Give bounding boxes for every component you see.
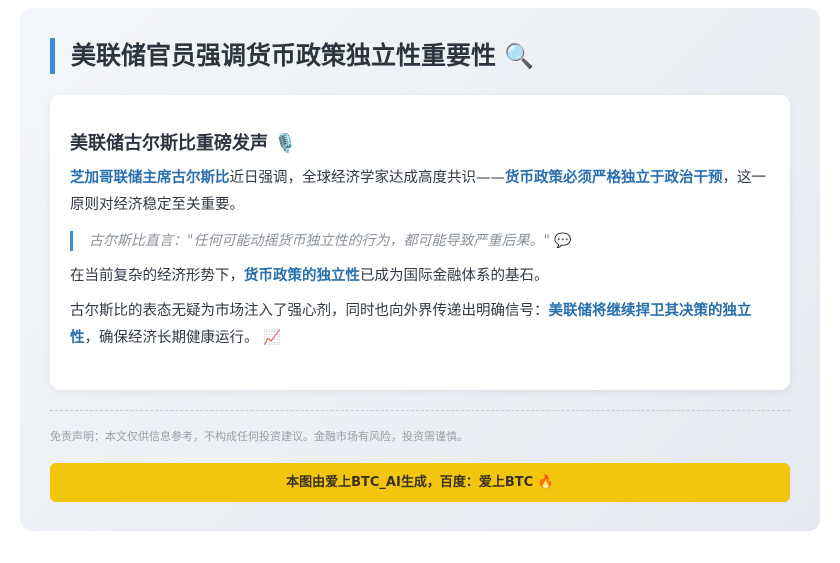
body-text: 在当前复杂的经济形势下，: [70, 268, 244, 284]
chart-increasing-icon: 📈: [263, 330, 282, 346]
paragraph-1: 芝加哥联储主席古尔斯比近日强调，全球经济学家达成高度共识——货币政策必须严格独立…: [70, 165, 770, 219]
highlight-text: 芝加哥联储主席古尔斯比: [70, 170, 230, 186]
fire-icon: 🔥: [537, 475, 554, 490]
section-title-text: 美联储古尔斯比重磅发声: [70, 133, 268, 154]
disclaimer: 免责声明：本文仅供信息参考，不构成任何投资建议。金融市场有风险，投资需谨慎。: [50, 430, 468, 443]
body-text: 已成为国际金融体系的基石。: [360, 268, 549, 284]
highlight-text: 货币政策的独立性: [244, 268, 360, 284]
paragraph-3: 古尔斯比的表态无疑为市场注入了强心剂，同时也向外界传递出明确信号：美联储将继续捍…: [70, 298, 770, 352]
section-title: 美联储古尔斯比重磅发声 🎙️: [70, 129, 770, 155]
body-text: 近日强调，全球经济学家达成高度共识——: [229, 170, 506, 186]
footer-banner: 本图由爱上BTC_AI生成，百度：爱上BTC 🔥: [50, 463, 790, 502]
microphone-icon: 🎙️: [274, 133, 297, 154]
body-text: ，确保经济长期健康运行。: [84, 330, 259, 346]
page-title-text: 美联储官员强调货币政策独立性重要性: [71, 41, 497, 70]
footer-text: 本图由爱上BTC_AI生成，百度：爱上BTC: [286, 475, 534, 490]
article-card: 美联储古尔斯比重磅发声 🎙️ 芝加哥联储主席古尔斯比近日强调，全球经济学家达成高…: [50, 95, 790, 390]
highlight-text: 货币政策必须严格独立于政治干预: [505, 170, 723, 186]
outer-card: 美联储官员强调货币政策独立性重要性 🔍 美联储古尔斯比重磅发声 🎙️ 芝加哥联储主…: [20, 8, 820, 531]
magnifier-icon: 🔍: [504, 42, 534, 70]
speech-bubble-icon: 💬: [554, 233, 572, 249]
page-title: 美联储官员强调货币政策独立性重要性 🔍: [50, 38, 534, 74]
body-text: 古尔斯比的表态无疑为市场注入了强心剂，同时也向外界传递出明确信号：: [70, 303, 549, 319]
quote-block: 古尔斯比直言："任何可能动摇货币独立性的行为，都可能导致严重后果。" 💬: [70, 231, 770, 251]
quote-text: 古尔斯比直言："任何可能动摇货币独立性的行为，都可能导致严重后果。": [89, 233, 550, 249]
divider: [50, 410, 790, 411]
paragraph-2: 在当前复杂的经济形势下，货币政策的独立性已成为国际金融体系的基石。: [70, 263, 770, 290]
